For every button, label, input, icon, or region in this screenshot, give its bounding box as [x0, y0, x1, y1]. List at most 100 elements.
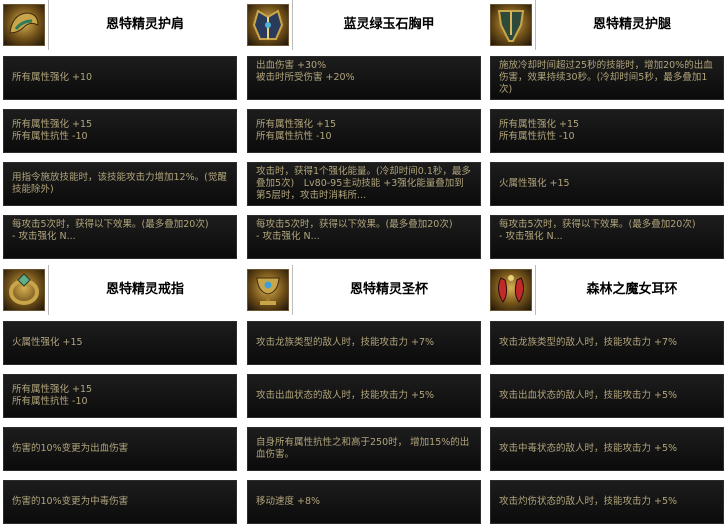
option-text: 所有属性强化 +15 所有属性抗性 -10 — [12, 384, 93, 407]
option-cell: 自身所有属性抗性之和高于250时， 增加15%的出血伤害。 — [244, 424, 484, 474]
option-text: 所有属性强化 +15 所有属性抗性 -10 — [499, 119, 580, 142]
option-cell: 施放冷却时间超过25秒的技能时，增加20%的出血伤害，效果持续30秒。(冷却时间… — [487, 53, 727, 103]
option-box: 火属性强化 +15 — [490, 162, 724, 206]
option-cell: 攻击时，获得1个强化能量。(冷却时间0.1秒，最多叠加5次) Lv80-95主动… — [244, 159, 484, 209]
option-box: 出血伤害 +30% 被击时所受伤害 +20% — [247, 56, 481, 100]
option-box: 每攻击5次时，获得以下效果。(最多叠加20次) - 攻击强化 N... — [247, 215, 481, 259]
option-cell: 每攻击5次时，获得以下效果。(最多叠加20次) - 攻击强化 N... — [0, 212, 240, 262]
option-text: 每攻击5次时，获得以下效果。(最多叠加20次) - 攻击强化 N... — [256, 219, 453, 242]
item-name: 蓝灵绿玉石胸甲 — [343, 17, 435, 32]
option-box: 每攻击5次时，获得以下效果。(最多叠加20次) - 攻击强化 N... — [3, 215, 237, 259]
option-text: 攻击龙族类型的敌人时，技能攻击力 +7% — [256, 337, 435, 348]
option-text: 所有属性强化 +10 — [12, 72, 93, 83]
equipment-item: 恩特精灵护肩所有属性强化 +10 所有属性强化 +15 所有属性抗性 -10 用指令… — [0, 0, 240, 262]
header-divider — [48, 265, 49, 315]
earring-icon — [490, 269, 532, 311]
item-header: 蓝灵绿玉石胸甲 — [244, 0, 484, 50]
option-box: 伤害的10%变更为出血伤害 — [3, 427, 237, 471]
item-name: 恩特精灵戒指 — [105, 282, 184, 297]
option-cell: 攻击中毒状态的敌人时，技能攻击力 +5% — [487, 424, 727, 474]
item-header: 恩特精灵护肩 — [0, 0, 240, 50]
option-cell: 攻击龙族类型的敌人时，技能攻击力 +7% — [487, 318, 727, 368]
option-box: 所有属性强化 +15 所有属性抗性 -10 — [490, 109, 724, 153]
option-text: 自身所有属性抗性之和高于250时， 增加15%的出血伤害。 — [256, 437, 470, 460]
option-text: 火属性强化 +15 — [499, 178, 570, 189]
option-box: 攻击龙族类型的敌人时，技能攻击力 +7% — [247, 321, 481, 365]
header-divider — [535, 265, 536, 315]
option-box: 所有属性强化 +15 所有属性抗性 -10 — [3, 109, 237, 153]
option-cell: 攻击灼伤状态的敌人时，技能攻击力 +5% — [487, 477, 727, 527]
option-text: 攻击时，获得1个强化能量。(冷却时间0.1秒，最多叠加5次) Lv80-95主动… — [256, 166, 471, 201]
chest-armor-icon — [247, 4, 289, 46]
item-name: 恩特精灵圣杯 — [349, 282, 428, 297]
option-text: 出血伤害 +30% 被击时所受伤害 +20% — [256, 60, 355, 83]
option-text: 伤害的10%变更为中毒伤害 — [12, 496, 129, 507]
equipment-item: 恩特精灵护腿施放冷却时间超过25秒的技能时，增加20%的出血伤害，效果持续30秒… — [487, 0, 727, 262]
leg-armor-icon — [490, 4, 532, 46]
item-option-grid: 恩特精灵护肩所有属性强化 +10 所有属性强化 +15 所有属性抗性 -10 用指令… — [0, 0, 727, 531]
option-box: 攻击中毒状态的敌人时，技能攻击力 +5% — [490, 427, 724, 471]
option-text: 攻击出血状态的敌人时，技能攻击力 +5% — [499, 390, 678, 401]
option-cell: 攻击龙族类型的敌人时，技能攻击力 +7% — [244, 318, 484, 368]
option-cell: 所有属性强化 +15 所有属性抗性 -10 — [244, 106, 484, 156]
shoulder-icon — [3, 4, 45, 46]
option-cell: 所有属性强化 +15 所有属性抗性 -10 — [0, 106, 240, 156]
option-cell: 伤害的10%变更为出血伤害 — [0, 424, 240, 474]
option-box: 伤害的10%变更为中毒伤害 — [3, 480, 237, 524]
equipment-item: 恩特精灵戒指火属性强化 +15 所有属性强化 +15 所有属性抗性 -10 伤害的1… — [0, 265, 240, 527]
item-header: 恩特精灵护腿 — [487, 0, 727, 50]
option-box: 攻击出血状态的敌人时，技能攻击力 +5% — [247, 374, 481, 418]
option-text: 用指令施放技能时，该技能攻击力增加12%。(觉醒技能除外) — [12, 172, 227, 195]
equipment-item: 蓝灵绿玉石胸甲出血伤害 +30% 被击时所受伤害 +20% 所有属性强化 +15 … — [244, 0, 484, 262]
option-box: 所有属性强化 +10 — [3, 56, 237, 100]
header-divider — [292, 0, 293, 50]
option-text: 攻击中毒状态的敌人时，技能攻击力 +5% — [499, 443, 678, 454]
option-cell: 每攻击5次时，获得以下效果。(最多叠加20次) - 攻击强化 N... — [244, 212, 484, 262]
item-header: 恩特精灵圣杯 — [244, 265, 484, 315]
option-text: 攻击出血状态的敌人时，技能攻击力 +5% — [256, 390, 435, 401]
option-text: 所有属性强化 +15 所有属性抗性 -10 — [256, 119, 337, 142]
option-box: 所有属性强化 +15 所有属性抗性 -10 — [3, 374, 237, 418]
option-box: 火属性强化 +15 — [3, 321, 237, 365]
option-box: 所有属性强化 +15 所有属性抗性 -10 — [247, 109, 481, 153]
header-divider — [48, 0, 49, 50]
equipment-item: 恩特精灵圣杯攻击龙族类型的敌人时，技能攻击力 +7% 攻击出血状态的敌人时，技能攻… — [244, 265, 484, 527]
item-header: 森林之魔女耳环 — [487, 265, 727, 315]
option-text: 施放冷却时间超过25秒的技能时，增加20%的出血伤害，效果持续30秒。(冷却时间… — [499, 60, 713, 95]
option-cell: 攻击出血状态的敌人时，技能攻击力 +5% — [244, 371, 484, 421]
header-divider — [292, 265, 293, 315]
option-text: 伤害的10%变更为出血伤害 — [12, 443, 129, 454]
equipment-item: 森林之魔女耳环攻击龙族类型的敌人时，技能攻击力 +7% 攻击出血状态的敌人时，技能… — [487, 265, 727, 527]
item-name: 森林之魔女耳环 — [586, 282, 678, 297]
item-name: 恩特精灵护肩 — [105, 17, 184, 32]
option-cell: 所有属性强化 +15 所有属性抗性 -10 — [0, 371, 240, 421]
ring-icon — [3, 269, 45, 311]
option-text: 攻击龙族类型的敌人时，技能攻击力 +7% — [499, 337, 678, 348]
option-cell: 火属性强化 +15 — [0, 318, 240, 368]
header-divider — [535, 0, 536, 50]
option-box: 攻击灼伤状态的敌人时，技能攻击力 +5% — [490, 480, 724, 524]
option-text: 移动速度 +8% — [256, 496, 321, 507]
option-text: 攻击灼伤状态的敌人时，技能攻击力 +5% — [499, 496, 678, 507]
option-cell: 移动速度 +8% — [244, 477, 484, 527]
option-cell: 用指令施放技能时，该技能攻击力增加12%。(觉醒技能除外) — [0, 159, 240, 209]
option-box: 自身所有属性抗性之和高于250时， 增加15%的出血伤害。 — [247, 427, 481, 471]
option-cell: 每攻击5次时，获得以下效果。(最多叠加20次) - 攻击强化 N... — [487, 212, 727, 262]
option-cell: 出血伤害 +30% 被击时所受伤害 +20% — [244, 53, 484, 103]
option-box: 攻击龙族类型的敌人时，技能攻击力 +7% — [490, 321, 724, 365]
option-text: 所有属性强化 +15 所有属性抗性 -10 — [12, 119, 93, 142]
option-cell: 伤害的10%变更为中毒伤害 — [0, 477, 240, 527]
option-box: 施放冷却时间超过25秒的技能时，增加20%的出血伤害，效果持续30秒。(冷却时间… — [490, 56, 724, 100]
option-text: 火属性强化 +15 — [12, 337, 83, 348]
option-cell: 所有属性强化 +10 — [0, 53, 240, 103]
option-cell: 攻击出血状态的敌人时，技能攻击力 +5% — [487, 371, 727, 421]
option-box: 每攻击5次时，获得以下效果。(最多叠加20次) - 攻击强化 N... — [490, 215, 724, 259]
option-cell: 所有属性强化 +15 所有属性抗性 -10 — [487, 106, 727, 156]
option-box: 攻击时，获得1个强化能量。(冷却时间0.1秒，最多叠加5次) Lv80-95主动… — [247, 162, 481, 206]
option-text: 每攻击5次时，获得以下效果。(最多叠加20次) - 攻击强化 N... — [499, 219, 696, 242]
item-header: 恩特精灵戒指 — [0, 265, 240, 315]
option-box: 移动速度 +8% — [247, 480, 481, 524]
option-text: 每攻击5次时，获得以下效果。(最多叠加20次) - 攻击强化 N... — [12, 219, 209, 242]
option-cell: 火属性强化 +15 — [487, 159, 727, 209]
option-box: 攻击出血状态的敌人时，技能攻击力 +5% — [490, 374, 724, 418]
